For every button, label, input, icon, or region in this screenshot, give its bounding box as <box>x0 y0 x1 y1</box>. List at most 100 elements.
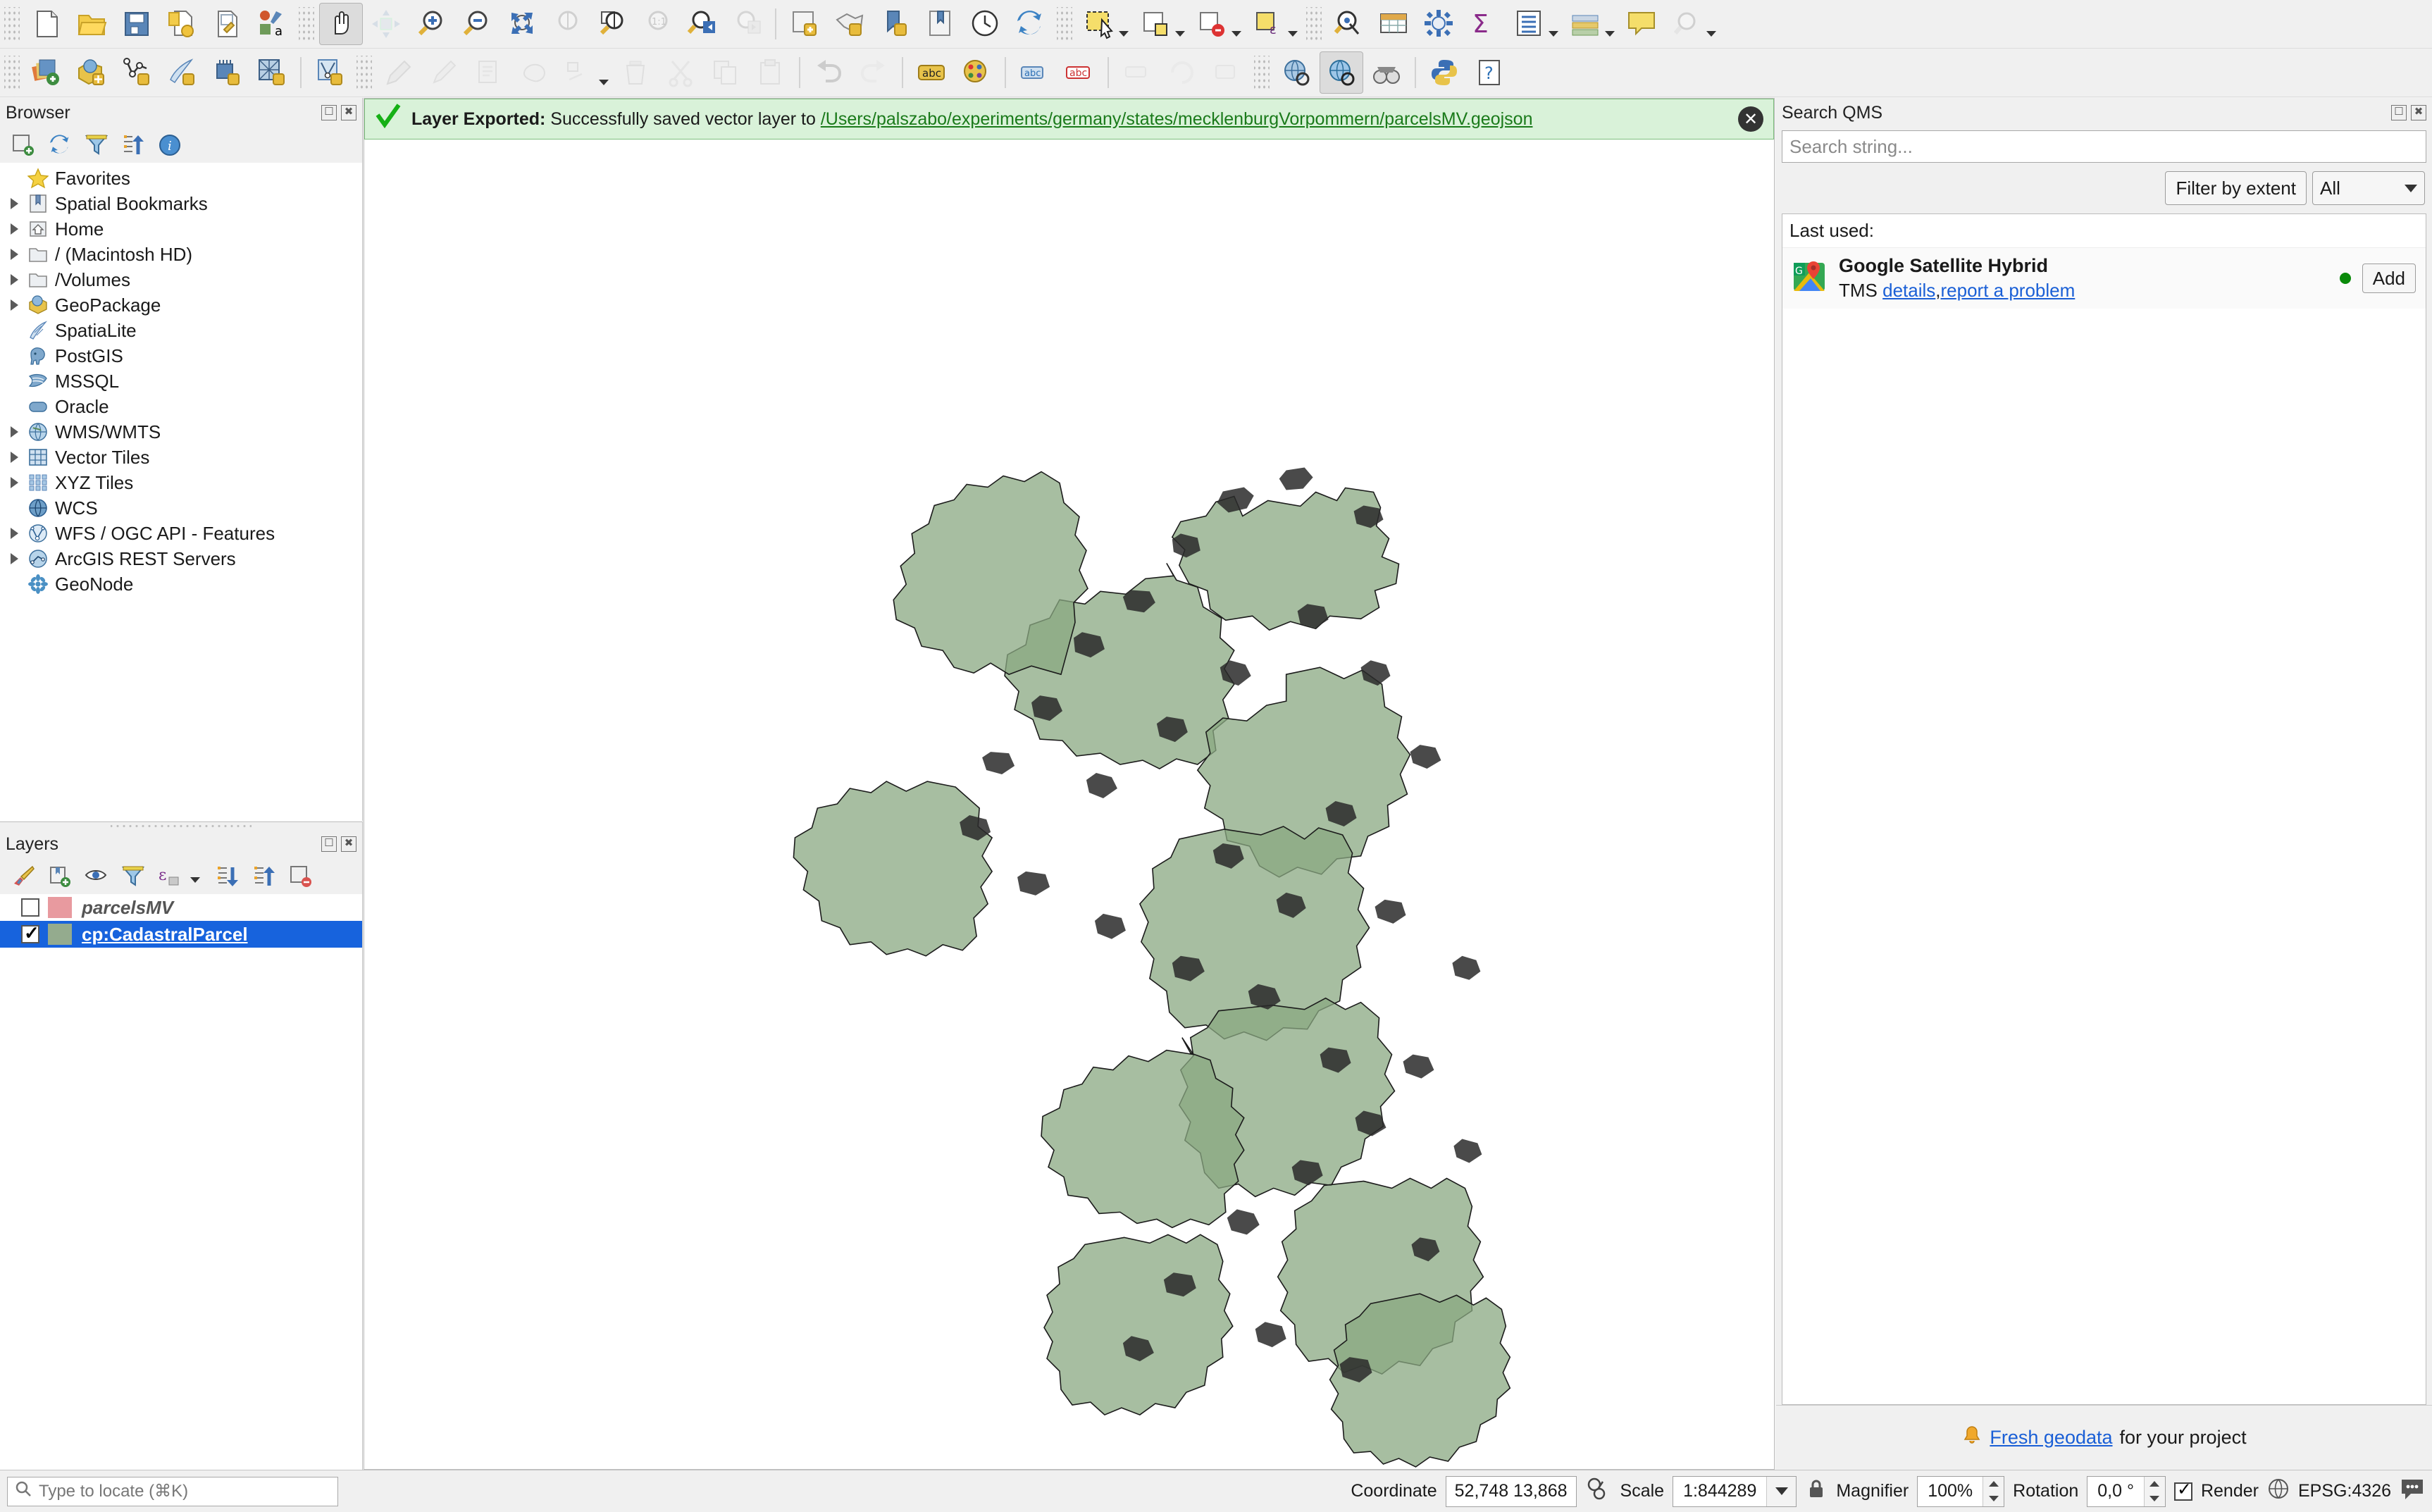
help-button[interactable]: ? <box>1468 51 1511 94</box>
zoom-next-button[interactable] <box>725 3 769 45</box>
toolbar-grip[interactable] <box>4 56 20 89</box>
map-canvas[interactable]: Layer Exported: Successfully saved vecto… <box>364 98 1775 1470</box>
browser-item-oracle[interactable]: Oracle <box>0 394 362 419</box>
open-field-calculator-button[interactable] <box>1507 3 1551 45</box>
crs-value[interactable]: EPSG:4326 <box>2298 1481 2391 1501</box>
deselect-button[interactable] <box>1190 3 1234 45</box>
select-by-expression-button[interactable]: ε <box>1246 3 1290 45</box>
panel-splitter[interactable] <box>111 822 252 829</box>
browser-tree[interactable]: Favorites Spatial Bookmarks Home / (Macinto… <box>0 163 362 821</box>
new-map-view-button[interactable] <box>783 3 826 45</box>
zoom-to-selection-button[interactable] <box>545 3 588 45</box>
info-icon[interactable]: i <box>156 132 183 159</box>
vertex-tool-button[interactable] <box>512 51 556 94</box>
exported-file-link[interactable]: /Users/palszabo/experiments/germany/stat… <box>821 109 1533 129</box>
add-mesh-layer-button[interactable] <box>115 51 159 94</box>
browser-item-favorites[interactable]: Favorites <box>0 166 362 191</box>
filter-icon[interactable] <box>83 132 110 159</box>
add-spatialite-layer-button[interactable] <box>160 51 204 94</box>
expand-arrow-icon[interactable] <box>4 521 24 546</box>
toolbar-grip[interactable] <box>1254 56 1270 89</box>
render-checkbox[interactable] <box>2173 1479 2192 1501</box>
expand-arrow-icon[interactable] <box>4 292 24 318</box>
expand-arrow-icon[interactable] <box>4 191 24 216</box>
browser-undock-icon[interactable]: ☐ <box>321 105 337 120</box>
qms-report-problem-link[interactable]: report a problem <box>1941 280 2076 301</box>
map-geometry[interactable] <box>364 140 1774 1469</box>
legend-filter-caret[interactable] <box>190 877 200 883</box>
eye-icon[interactable] <box>83 863 110 890</box>
qms-details-link[interactable]: details <box>1882 280 1935 301</box>
browser-item-home[interactable]: Home <box>0 216 362 242</box>
style-layer-button[interactable] <box>955 51 998 94</box>
change-label-button[interactable] <box>1205 51 1249 94</box>
zoom-native-button[interactable]: 1:1 <box>635 3 678 45</box>
qms-type-filter-select[interactable]: All <box>2312 171 2425 205</box>
cut-features-button[interactable] <box>659 51 702 94</box>
magnifier-stepper[interactable] <box>1983 1476 2004 1506</box>
coordinate-field[interactable]: 52,748 13,868 <box>1445 1475 1577 1507</box>
delete-selected-button[interactable] <box>614 51 657 94</box>
browser-item-mssql[interactable]: MSSQL <box>0 368 362 394</box>
expand-arrow-icon[interactable] <box>4 242 24 267</box>
python-console-button[interactable] <box>1422 51 1466 94</box>
qms-search-button[interactable] <box>1320 51 1363 94</box>
qms-result-item[interactable]: G Google Satellite Hybrid TMS details,re… <box>1782 247 2426 309</box>
style-manager-button[interactable]: a <box>250 3 294 45</box>
locator-search-input[interactable]: Type to locate (⌘K) <box>7 1476 338 1506</box>
expand-arrow-icon[interactable] <box>4 470 24 495</box>
data-source-manager-button[interactable] <box>1563 3 1607 45</box>
lock-scale-icon[interactable] <box>1805 1477 1828 1505</box>
select-features-button[interactable] <box>1077 3 1121 45</box>
add-wms-layer-button[interactable] <box>250 51 294 94</box>
rotate-label-button[interactable] <box>1160 51 1204 94</box>
browser-item-wcs[interactable]: WCS <box>0 495 362 521</box>
expand-all-icon[interactable] <box>214 863 241 890</box>
temporal-controller-button[interactable] <box>963 3 1007 45</box>
browser-item-wms-wmts[interactable]: WMS/WMTS <box>0 419 362 445</box>
close-icon[interactable]: ✕ <box>1738 106 1763 132</box>
add-vector-layer-button[interactable] <box>25 51 68 94</box>
toggle-extents-icon[interactable] <box>1585 1475 1612 1507</box>
collapse-all-icon[interactable] <box>120 132 147 159</box>
expand-arrow-icon[interactable] <box>4 445 24 470</box>
statistical-summary-button[interactable]: Σ <box>1462 3 1506 45</box>
browser-close-icon[interactable]: ✖ <box>341 105 356 120</box>
qms-close-icon[interactable]: ✖ <box>2411 105 2426 120</box>
layers-close-icon[interactable]: ✖ <box>341 836 356 852</box>
browser-item-spatial-bookmarks[interactable]: Spatial Bookmarks <box>0 191 362 216</box>
measure-button[interactable] <box>1665 3 1708 45</box>
zoom-in-button[interactable] <box>409 3 453 45</box>
add-wfs-layer-button[interactable] <box>308 51 352 94</box>
identify-features-button[interactable] <box>1327 3 1370 45</box>
expand-arrow-icon[interactable] <box>4 267 24 292</box>
remove-layer-icon[interactable] <box>287 863 314 890</box>
browser-item-arcgis-rest-servers[interactable]: ArcGIS REST Servers <box>0 546 362 571</box>
save-project-as-button[interactable] <box>160 3 204 45</box>
epsilon-icon[interactable]: ε <box>156 863 183 890</box>
scale-combo[interactable]: 1:844289 <box>1673 1475 1797 1507</box>
redo-button[interactable] <box>852 51 895 94</box>
show-hide-labels-button[interactable]: abc <box>1057 51 1101 94</box>
pin-labels-button[interactable]: abc <box>1012 51 1056 94</box>
paintbrush-icon[interactable] <box>10 863 37 890</box>
expand-arrow-icon[interactable] <box>4 419 24 445</box>
open-project-button[interactable] <box>70 3 113 45</box>
toolbar-grip[interactable] <box>4 7 20 41</box>
rotation-stepper[interactable] <box>2143 1476 2165 1506</box>
pan-map-button[interactable] <box>319 3 363 45</box>
add-delimited-text-layer-button[interactable] <box>205 51 249 94</box>
zoom-last-button[interactable] <box>680 3 724 45</box>
save-layer-edits-button[interactable] <box>422 51 466 94</box>
filter-icon[interactable] <box>120 863 147 890</box>
browser-item-wfs-ogc-api-features[interactable]: WFS / OGC API - Features <box>0 521 362 546</box>
add-feature-button[interactable] <box>467 51 511 94</box>
rotation-spinbox[interactable]: 0,0 ° <box>2087 1475 2166 1507</box>
browser-item-geopackage[interactable]: GeoPackage <box>0 292 362 318</box>
browser-item-xyz-tiles[interactable]: XYZ Tiles <box>0 470 362 495</box>
georeferencer-button[interactable] <box>1365 51 1408 94</box>
browser-item-volumes[interactable]: /Volumes <box>0 267 362 292</box>
show-map-tips-button[interactable] <box>1620 3 1663 45</box>
toolbar-grip[interactable] <box>299 7 314 41</box>
qms-search-input[interactable]: Search string... <box>1782 130 2426 163</box>
